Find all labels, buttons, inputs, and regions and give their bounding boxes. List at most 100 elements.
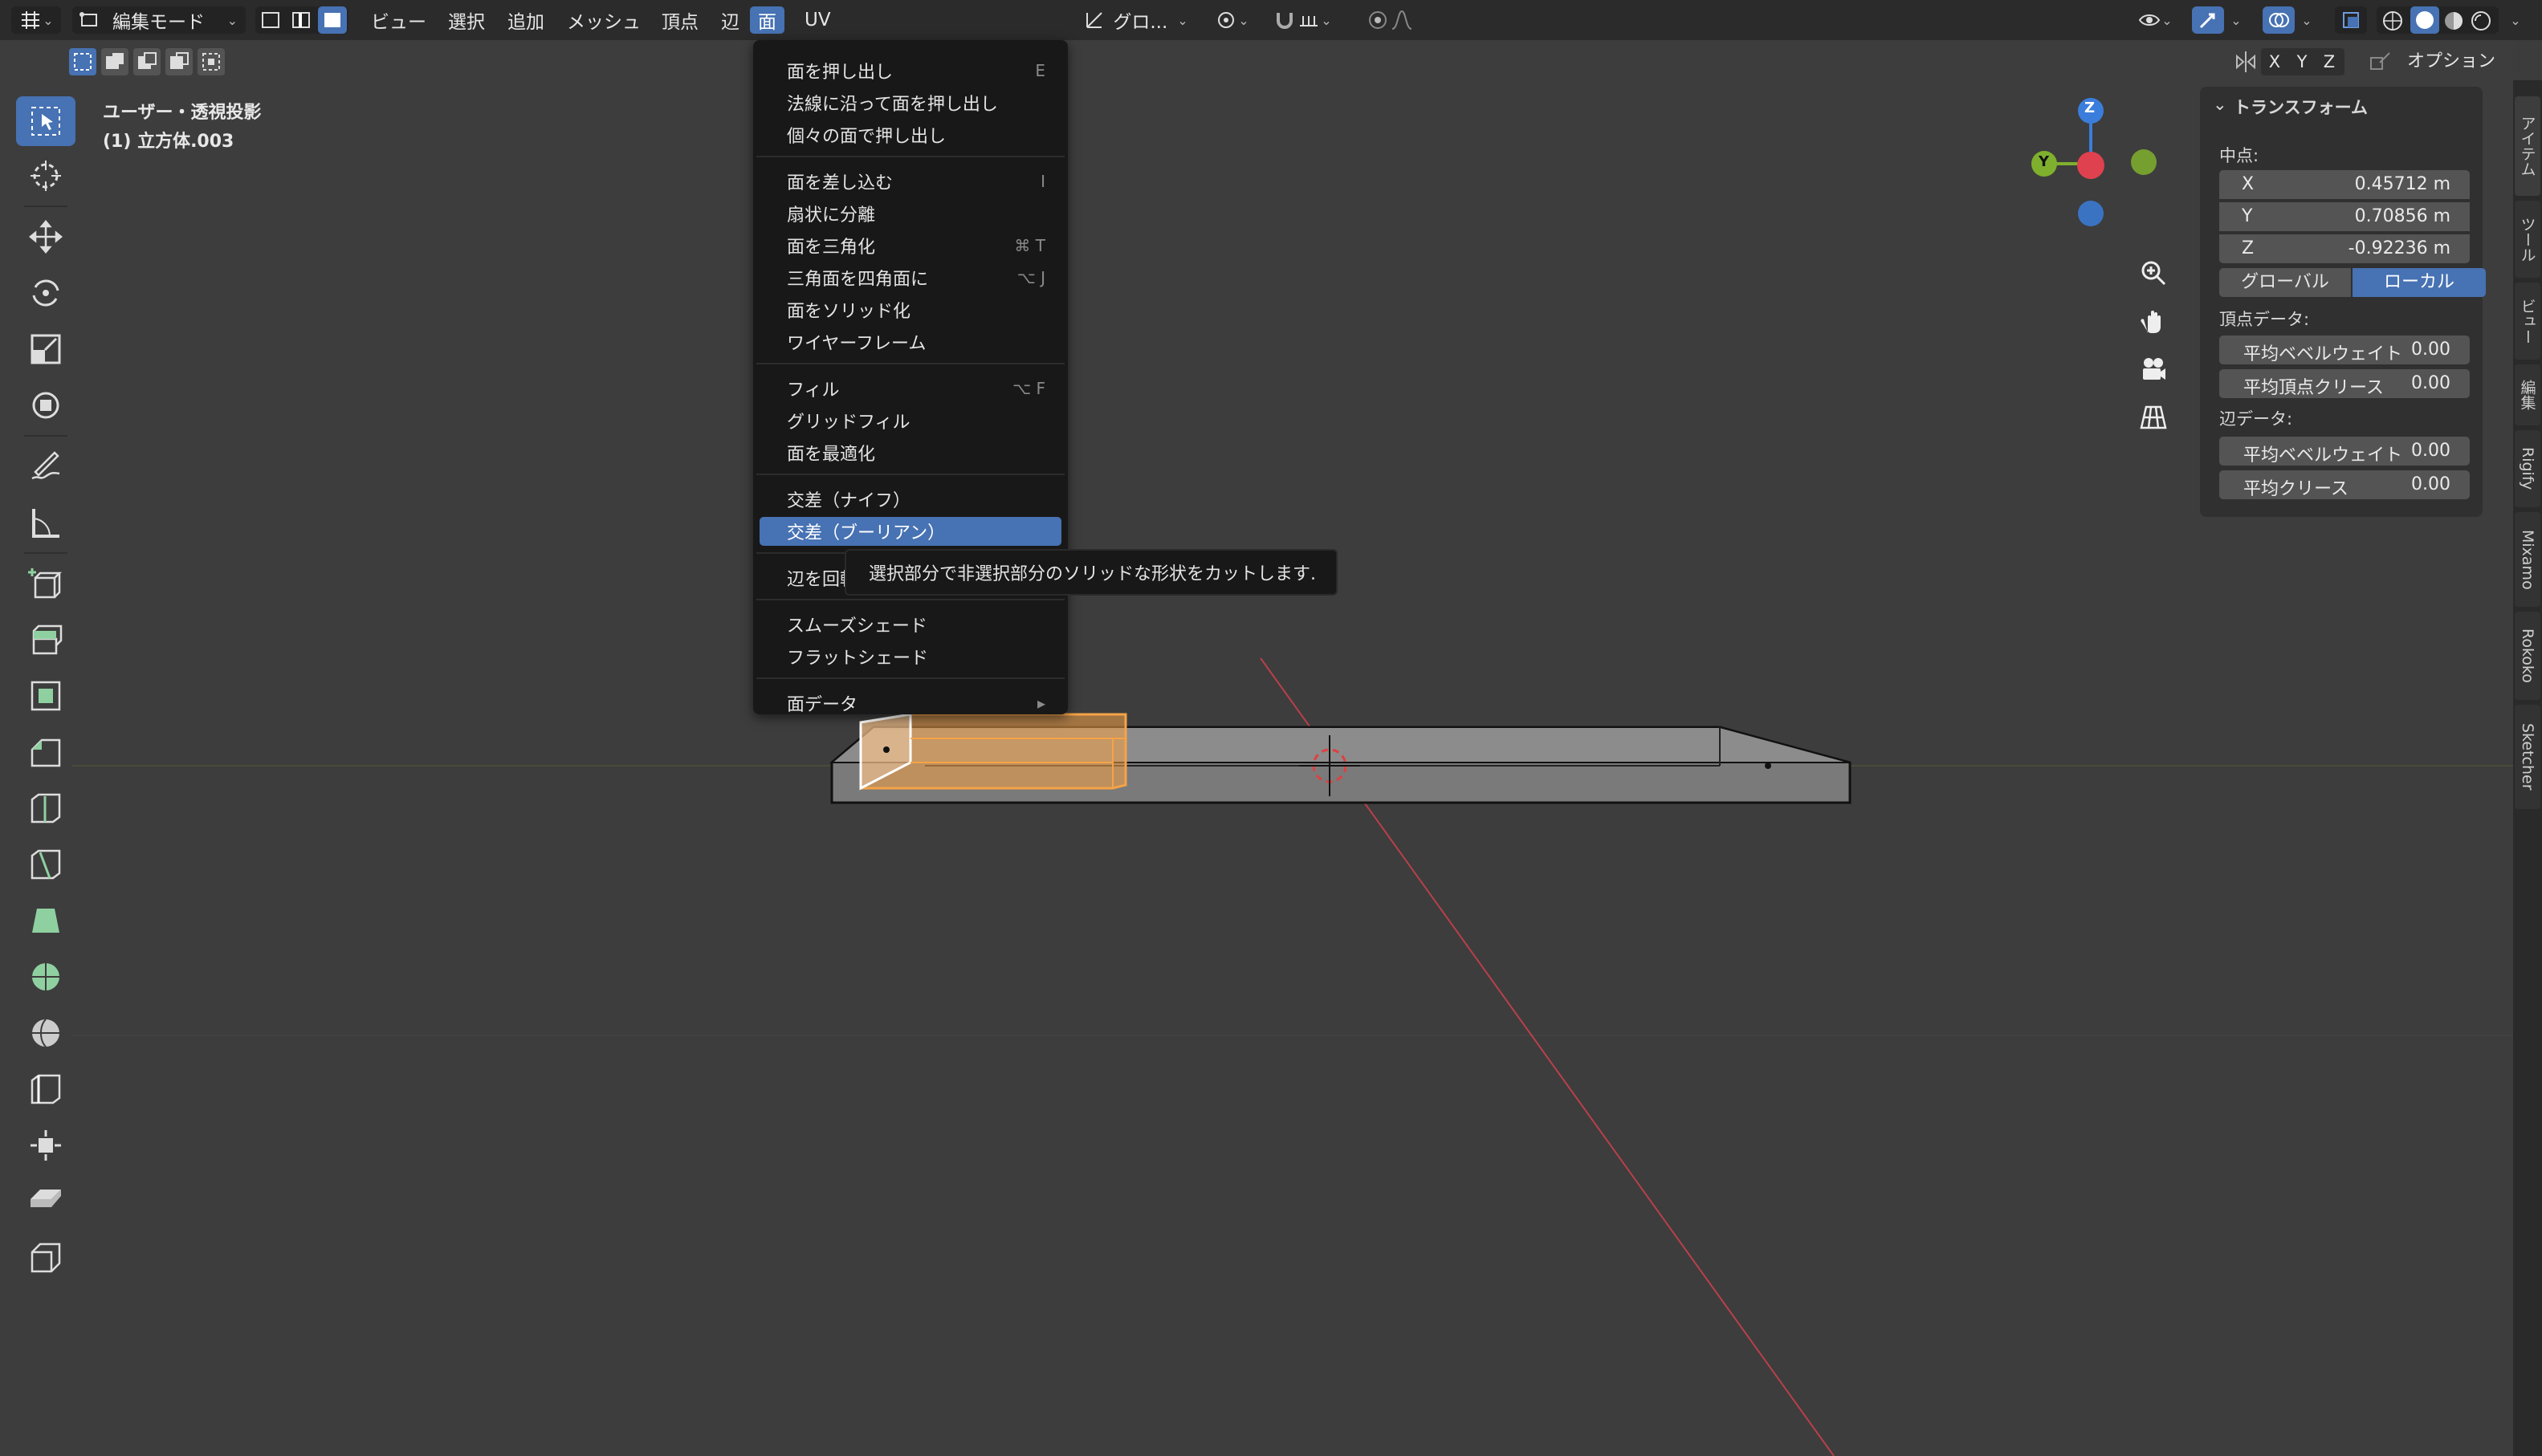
menu-item-face-data[interactable]: 面データ ▸ xyxy=(760,689,1061,718)
select-extend-button[interactable] xyxy=(101,48,128,75)
tool-select-box[interactable] xyxy=(16,96,75,146)
zoom-button[interactable] xyxy=(2131,250,2176,295)
menu-item-beautify[interactable]: 面を最適化 xyxy=(760,438,1061,467)
rendered-shading[interactable] xyxy=(2470,10,2492,37)
menu-view[interactable]: ビュー xyxy=(363,6,434,34)
mode-selector[interactable]: 編集モード ⌄ xyxy=(72,6,246,34)
menu-item-triangulate[interactable]: 面を三角化 ⌘ T xyxy=(760,231,1061,260)
tool-shrink-fatten[interactable] xyxy=(16,1120,75,1170)
select-new-button[interactable] xyxy=(69,48,96,75)
tool-move[interactable] xyxy=(16,212,75,262)
tool-transform[interactable] xyxy=(16,380,75,430)
tool-cursor[interactable] xyxy=(16,151,75,201)
options-dropdown[interactable]: オプション⌄ xyxy=(2407,48,2513,97)
menu-item-inset-faces[interactable]: 面を差し込む I xyxy=(760,167,1061,196)
transform-section-title[interactable]: トランスフォーム xyxy=(2234,95,2368,119)
tab-item[interactable]: アイテム xyxy=(2515,96,2540,196)
menu-item-extrude-along-normals[interactable]: 法線に沿って面を押し出し xyxy=(760,88,1061,117)
tool-rotate[interactable] xyxy=(16,268,75,318)
auto-merge-icon[interactable] xyxy=(2369,50,2393,74)
menu-item-tris-to-quads[interactable]: 三角面を四角面に ⌥ J xyxy=(760,263,1061,292)
edge-crease-field[interactable]: 平均クリース 0.00 xyxy=(2219,470,2470,499)
editor-type-button[interactable]: ⌄ xyxy=(11,6,61,34)
local-toggle[interactable]: ローカル xyxy=(2353,268,2486,297)
menu-item-shade-flat[interactable]: フラットシェード xyxy=(760,642,1061,671)
camera-view-button[interactable] xyxy=(2131,347,2176,392)
menu-item-shade-smooth[interactable]: スムーズシェード xyxy=(760,610,1061,639)
tool-shear[interactable] xyxy=(16,1177,75,1226)
vertex-bevel-weight-field[interactable]: 平均ベベルウェイト 0.00 xyxy=(2219,336,2470,364)
tool-measure[interactable] xyxy=(16,498,75,547)
menu-item-extrude-individual[interactable]: 個々の面で押し出し xyxy=(760,120,1061,149)
tool-edge-slide[interactable] xyxy=(16,1064,75,1114)
select-invert-button[interactable] xyxy=(165,48,193,75)
menu-item-grid-fill[interactable]: グリッドフィル xyxy=(760,406,1061,435)
menu-item-poke-faces[interactable]: 扇状に分離 xyxy=(760,199,1061,228)
menu-item-intersect-knife[interactable]: 交差（ナイフ） xyxy=(760,485,1061,514)
tab-rigify[interactable]: Rigify xyxy=(2515,430,2540,507)
tab-edit[interactable]: 編集 xyxy=(2515,364,2540,425)
visibility-dropdown[interactable]: ⌄ xyxy=(2129,6,2181,34)
menu-vertex[interactable]: 頂点 xyxy=(654,6,707,34)
mirror-z-toggle[interactable]: Z xyxy=(2316,48,2343,75)
vertex-select-mode[interactable] xyxy=(259,10,284,31)
tab-rokoko[interactable]: Rokoko xyxy=(2515,612,2540,700)
face-select-mode[interactable] xyxy=(318,6,347,34)
proportional-edit-controls[interactable] xyxy=(1354,6,1426,34)
shading-dropdown[interactable]: ⌄ xyxy=(2503,6,2528,34)
menu-face[interactable]: 面 xyxy=(750,6,784,34)
global-toggle[interactable]: グローバル xyxy=(2219,268,2351,297)
menu-item-fill[interactable]: フィル ⌥ F xyxy=(760,374,1061,403)
gizmo-dropdown[interactable]: ⌄ xyxy=(2226,6,2247,34)
tab-mixamo[interactable]: Mixamo xyxy=(2515,512,2540,607)
tool-annotate[interactable] xyxy=(16,441,75,491)
tool-inset[interactable] xyxy=(16,671,75,721)
pan-button[interactable] xyxy=(2131,299,2176,344)
pivot-point-dropdown[interactable]: ⌄ xyxy=(1209,6,1254,34)
menu-item-intersect-boolean[interactable]: 交差（ブーリアン） xyxy=(760,517,1061,546)
edge-select-mode[interactable] xyxy=(289,10,315,31)
menu-uv[interactable]: UV xyxy=(796,6,839,34)
tool-extrude[interactable] xyxy=(16,615,75,665)
tool-rip-region[interactable] xyxy=(16,1233,75,1283)
snap-controls[interactable]: ⌄ xyxy=(1262,6,1342,34)
tool-smooth[interactable] xyxy=(16,1008,75,1058)
perspective-toggle-button[interactable] xyxy=(2131,395,2176,440)
mirror-x-toggle[interactable]: X xyxy=(2261,48,2288,75)
menu-edge[interactable]: 辺 xyxy=(713,6,748,34)
select-subtract-button[interactable] xyxy=(133,48,161,75)
gizmo-y-label[interactable]: Y xyxy=(2039,153,2049,170)
gizmo-z-label[interactable]: Z xyxy=(2084,100,2095,116)
tab-view[interactable]: ビュー xyxy=(2515,283,2540,360)
solid-shading[interactable] xyxy=(2410,6,2439,34)
menu-mesh[interactable]: メッシュ xyxy=(559,6,649,34)
mirror-y-toggle[interactable]: Y xyxy=(2288,48,2316,75)
median-y-field[interactable]: Y 0.70856 m xyxy=(2219,202,2470,231)
select-intersect-button[interactable] xyxy=(198,48,225,75)
tab-sketcher[interactable]: Sketcher xyxy=(2515,705,2540,809)
overlay-dropdown[interactable]: ⌄ xyxy=(2296,6,2317,34)
tool-bevel[interactable] xyxy=(16,727,75,777)
vertex-crease-field[interactable]: 平均頂点クリース 0.00 xyxy=(2219,369,2470,398)
tool-spin[interactable] xyxy=(16,952,75,1002)
median-x-field[interactable]: X 0.45712 m xyxy=(2219,170,2470,199)
section-toggle-icon[interactable]: ⌄ xyxy=(2213,95,2227,114)
tool-loop-cut[interactable] xyxy=(16,783,75,833)
tab-tool[interactable]: ツール xyxy=(2515,201,2540,278)
menu-item-wireframe[interactable]: ワイヤーフレーム xyxy=(760,327,1061,356)
wireframe-shading[interactable] xyxy=(2381,10,2404,37)
transform-orientation-dropdown[interactable]: グロ... ⌄ xyxy=(1071,6,1200,34)
xray-toggle[interactable] xyxy=(2335,6,2367,34)
material-shading[interactable] xyxy=(2442,10,2465,37)
tool-add-cube[interactable] xyxy=(16,559,75,608)
menu-add[interactable]: 追加 xyxy=(499,6,552,34)
menu-item-extrude-faces[interactable]: 面を押し出し E xyxy=(760,56,1061,85)
tool-poly-build[interactable] xyxy=(16,896,75,946)
gizmo-toggle[interactable] xyxy=(2192,6,2224,34)
overlay-toggle[interactable] xyxy=(2263,6,2295,34)
median-z-field[interactable]: Z -0.92236 m xyxy=(2219,234,2470,263)
edge-bevel-weight-field[interactable]: 平均ベベルウェイト 0.00 xyxy=(2219,437,2470,466)
menu-select[interactable]: 選択 xyxy=(440,6,493,34)
menu-item-solidify[interactable]: 面をソリッド化 xyxy=(760,295,1061,324)
3d-viewport[interactable]: Z Y ユーザー・透視投影 (1) 立方体.003 X Y Z オプション⌄ xyxy=(0,40,2513,1456)
